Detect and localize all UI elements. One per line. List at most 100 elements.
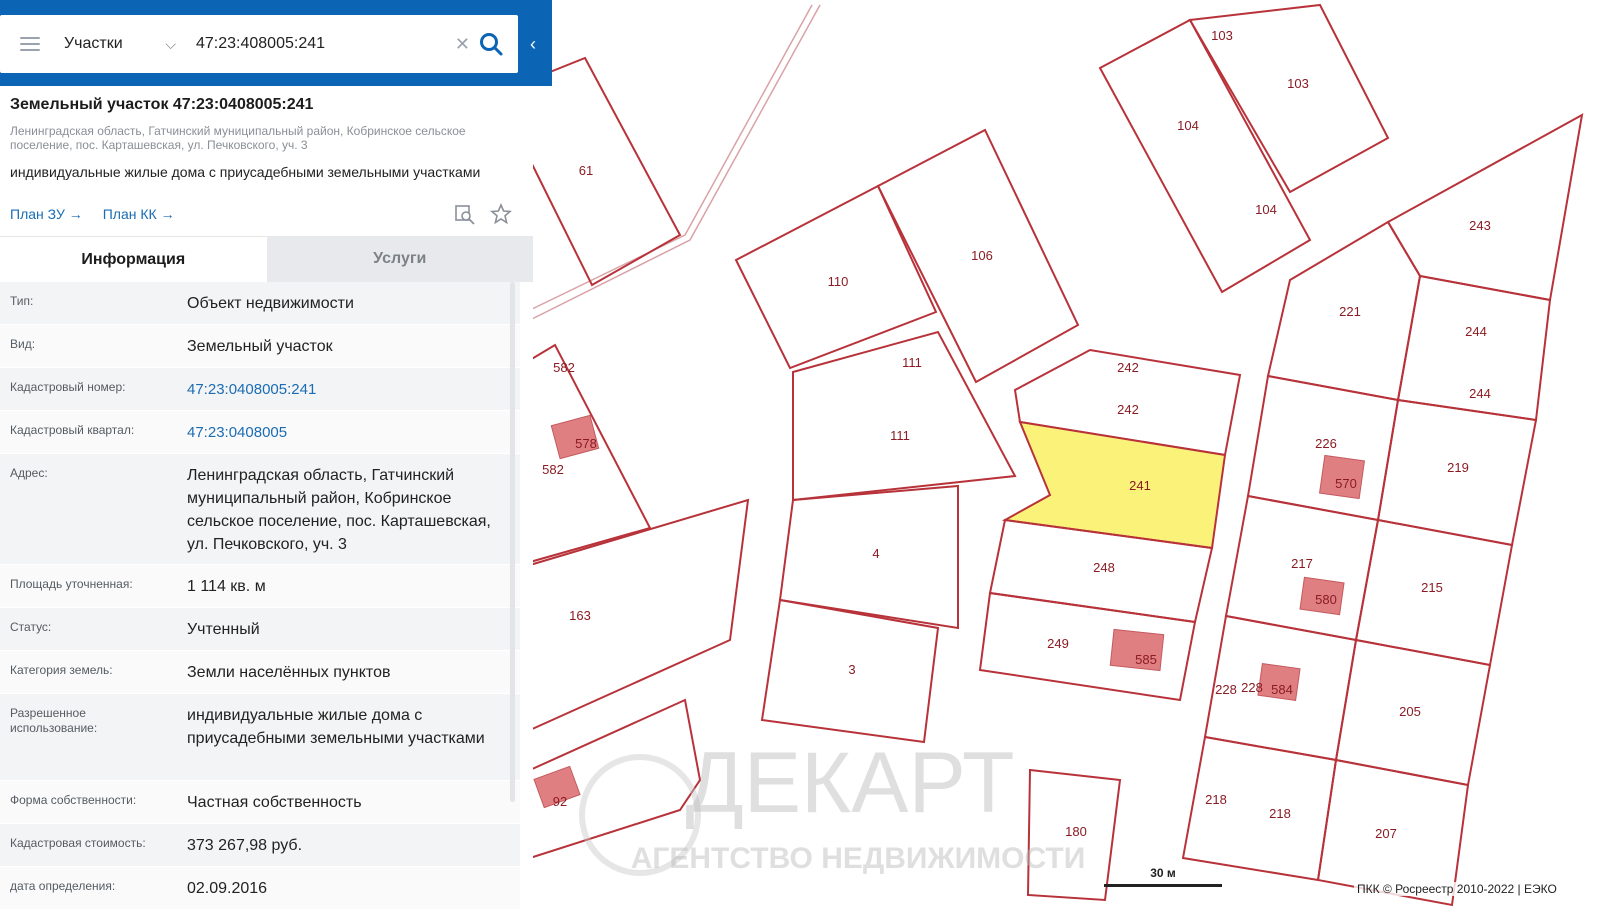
panel-tabs: Информация Услуги xyxy=(0,236,533,282)
plot-label: 205 xyxy=(1399,704,1421,719)
copyright: ПКК © Росреестр 2010-2022 | ЕЭКО xyxy=(1354,882,1560,896)
layer-select-value: Участки xyxy=(64,35,123,52)
plot-label: 104 xyxy=(1177,118,1199,133)
plot-label: 4 xyxy=(872,546,879,561)
search-box: Участки ⌵ 47:23:408005:241 ✕ xyxy=(0,15,518,73)
collapse-panel-icon[interactable]: ‹ xyxy=(530,34,536,55)
row-key: Кадастровая стоимость: xyxy=(10,836,146,850)
plot-label: 92 xyxy=(553,794,567,809)
plot-label: 104 xyxy=(1255,202,1277,217)
star-icon[interactable] xyxy=(490,203,512,225)
info-panel: Земельный участок 47:23:0408005:241 Лени… xyxy=(0,86,533,918)
plot-61[interactable] xyxy=(529,56,682,287)
row-key: Адрес: xyxy=(10,466,48,480)
plot-label: 61 xyxy=(579,163,593,178)
cadastral-quarter-link[interactable]: 47:23:0408005 xyxy=(175,411,520,453)
panel-use-summary: индивидуальные жилые дома с приусадебным… xyxy=(10,164,481,180)
plot-label: 241 xyxy=(1129,478,1151,493)
panel-scrollbar[interactable] xyxy=(510,282,515,802)
row-value: индивидуальные жилые дома с приусадебным… xyxy=(187,707,485,747)
info-row-cadastral-number: Кадастровый номер: 47:23:0408005:241 xyxy=(0,368,520,411)
row-key: Статус: xyxy=(10,620,52,634)
row-value: Земли населённых пунктов xyxy=(187,664,391,681)
plot-label: 582 xyxy=(553,360,575,375)
row-value: Ленинградская область, Гатчинский муници… xyxy=(187,467,491,553)
info-row-kind: Вид: Земельный участок xyxy=(0,325,520,368)
plot-label: 163 xyxy=(569,608,591,623)
plot-labels: 61 582 578 582 163 92 110 106 111 111 4 … xyxy=(542,28,1491,841)
row-value: Земельный участок xyxy=(187,338,333,355)
info-row-type: Тип: Объект недвижимости xyxy=(0,282,520,325)
plot-104[interactable] xyxy=(1098,18,1312,294)
plot-label: 215 xyxy=(1421,580,1443,595)
panel-address: Ленинградская область, Гатчинский муници… xyxy=(10,124,466,152)
row-value: 1 114 кв. м xyxy=(187,578,266,595)
chevron-down-icon: ⌵ xyxy=(165,35,176,52)
plot-label: 3 xyxy=(848,662,855,677)
plot-label: 221 xyxy=(1339,304,1361,319)
plot-label: 244 xyxy=(1465,324,1487,339)
watermark-subtitle: АГЕНТСТВО НЕДВИЖИМОСТИ xyxy=(631,842,1086,875)
plot-582[interactable] xyxy=(529,343,652,564)
plot-label: 242 xyxy=(1117,402,1139,417)
plot-4[interactable] xyxy=(778,484,959,630)
plot-label: 103 xyxy=(1287,76,1309,91)
row-key: Площадь уточненная: xyxy=(10,577,133,591)
plot-label: 243 xyxy=(1469,218,1491,233)
plot-label: 228 xyxy=(1241,680,1263,695)
plot-label: 207 xyxy=(1375,826,1397,841)
info-row-ownership: Форма собственности: Частная собственнос… xyxy=(0,781,520,824)
info-row-status: Статус: Учтенный xyxy=(0,608,520,651)
panel-actions xyxy=(454,203,512,225)
info-table: Тип: Объект недвижимости Вид: Земельный … xyxy=(0,282,520,910)
plot-label: 111 xyxy=(890,428,910,443)
plot-label: 249 xyxy=(1047,636,1069,651)
search-bar-container: Участки ⌵ 47:23:408005:241 ✕ ‹ xyxy=(0,0,552,86)
tab-services[interactable]: Услуги xyxy=(266,236,533,282)
scale-label: 30 м xyxy=(1150,866,1176,880)
plot-label: 582 xyxy=(542,462,564,477)
plot-label: 110 xyxy=(828,274,849,289)
row-key: Категория земель: xyxy=(10,663,113,677)
plot-label: 244 xyxy=(1469,386,1491,401)
plot-label: 180 xyxy=(1065,824,1087,839)
zoom-to-object-icon[interactable] xyxy=(454,203,476,225)
info-row-cadastral-quarter: Кадастровый квартал: 47:23:0408005 xyxy=(0,411,520,454)
plan-kk-link[interactable]: План КК → xyxy=(103,206,175,222)
search-input[interactable]: 47:23:408005:241 xyxy=(196,35,455,53)
plot-label: 219 xyxy=(1447,460,1469,475)
info-row-permitted-use: Разрешенное использование: индивидуальны… xyxy=(0,694,520,781)
road-line xyxy=(529,4,821,321)
watermark: ДЕКАРТ АГЕНТСТВО НЕДВИЖИМОСТИ xyxy=(579,735,1086,876)
plot-218[interactable] xyxy=(1181,735,1338,882)
plot-label: 248 xyxy=(1093,560,1115,575)
tab-information[interactable]: Информация xyxy=(0,236,267,282)
plot-label: 228 xyxy=(1215,682,1237,697)
layer-select[interactable]: Участки ⌵ xyxy=(64,35,182,53)
row-key: дата определения: xyxy=(10,879,116,893)
row-value: 373 267,98 руб. xyxy=(187,837,303,854)
row-value: Частная собственность xyxy=(187,794,362,811)
search-icon[interactable] xyxy=(478,31,504,57)
plot-label: 570 xyxy=(1335,476,1357,491)
row-value: Объект недвижимости xyxy=(187,295,354,312)
info-row-determination-date: дата определения: 02.09.2016 xyxy=(0,867,520,910)
info-row-land-category: Категория земель: Земли населённых пункт… xyxy=(0,651,520,694)
row-key: Тип: xyxy=(10,294,34,308)
close-icon[interactable]: ✕ xyxy=(455,34,470,55)
plot-241-selected[interactable] xyxy=(1001,420,1227,550)
row-key: Вид: xyxy=(10,337,36,351)
scale-bar xyxy=(1104,884,1222,887)
info-row-cadastral-value: Кадастровая стоимость: 373 267,98 руб. xyxy=(0,824,520,867)
row-value: Учтенный xyxy=(187,621,260,638)
info-row-area: Площадь уточненная: 1 114 кв. м xyxy=(0,565,520,608)
row-key: Кадастровый квартал: xyxy=(10,423,135,437)
plan-zu-link[interactable]: План ЗУ → xyxy=(10,206,83,222)
cadastral-number-link[interactable]: 47:23:0408005:241 xyxy=(175,368,520,410)
plot-163[interactable] xyxy=(529,498,750,732)
panel-title: Земельный участок 47:23:0408005:241 xyxy=(10,96,314,113)
plot-label: 103 xyxy=(1211,28,1233,43)
row-key: Разрешенное использование: xyxy=(10,706,98,735)
row-key: Форма собственности: xyxy=(10,793,137,807)
menu-icon[interactable] xyxy=(20,37,40,51)
